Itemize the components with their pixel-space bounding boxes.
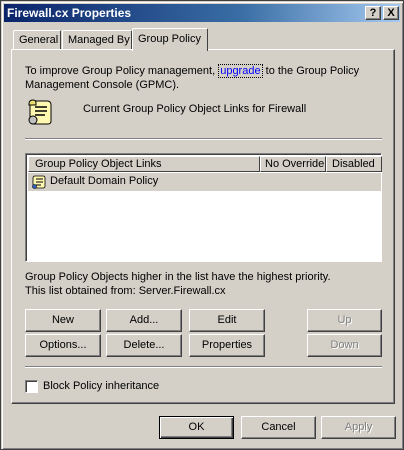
down-button[interactable]: Down [307, 334, 382, 357]
column-header-disabled[interactable]: Disabled [326, 156, 382, 172]
gpo-scroll-icon [32, 175, 46, 189]
priority-note: Group Policy Objects higher in the list … [25, 270, 331, 298]
title-bar[interactable]: Firewall.cx Properties ? X [4, 4, 400, 22]
gpo-links-list[interactable]: Group Policy Object Links No Override Di… [25, 153, 382, 262]
add-button[interactable]: Add... [106, 309, 182, 332]
list-header: Group Policy Object Links No Override Di… [28, 156, 382, 172]
properties-button[interactable]: Properties [189, 334, 265, 357]
list-item-label: Default Domain Policy [50, 175, 159, 187]
priority-note-line: Group Policy Objects higher in the list … [25, 271, 331, 283]
options-button[interactable]: Options... [25, 334, 101, 357]
ok-button[interactable]: OK [159, 416, 234, 439]
properties-dialog: Firewall.cx Properties ? X General Manag… [0, 0, 404, 450]
divider [25, 138, 382, 140]
tab-managed-by[interactable]: Managed By [62, 30, 132, 50]
new-button[interactable]: New [25, 309, 101, 332]
apply-button[interactable]: Apply [321, 416, 396, 439]
group-policy-scroll-icon [28, 99, 52, 125]
source-server-line: This list obtained from: Server.Firewall… [25, 285, 226, 297]
block-inheritance-checkbox[interactable] [25, 380, 38, 393]
window-title: Firewall.cx Properties [7, 6, 132, 20]
edit-button[interactable]: Edit [189, 309, 265, 332]
delete-button[interactable]: Delete... [106, 334, 182, 357]
column-header-no-override[interactable]: No Override [260, 156, 326, 172]
tab-group-policy[interactable]: Group Policy [132, 28, 208, 51]
block-inheritance-label[interactable]: Block Policy inheritance [43, 380, 159, 392]
tab-label: Managed By [68, 34, 130, 46]
upgrade-link[interactable]: upgrade [218, 64, 263, 78]
help-button[interactable]: ? [365, 6, 381, 20]
tab-label: General [19, 34, 59, 46]
divider [25, 366, 382, 368]
tab-label: Group Policy [138, 33, 201, 45]
tab-general[interactable]: General [13, 30, 61, 50]
intro-text-before: To improve Group Policy management, [25, 65, 219, 77]
list-item[interactable]: Default Domain Policy [28, 173, 381, 191]
column-header-links[interactable]: Group Policy Object Links [28, 156, 260, 172]
gpmc-intro-text: To improve Group Policy management, upgr… [25, 64, 365, 92]
cancel-button[interactable]: Cancel [241, 416, 316, 439]
close-button[interactable]: X [383, 6, 399, 20]
gpo-links-heading: Current Group Policy Object Links for Fi… [83, 103, 307, 115]
up-button[interactable]: Up [307, 309, 382, 332]
